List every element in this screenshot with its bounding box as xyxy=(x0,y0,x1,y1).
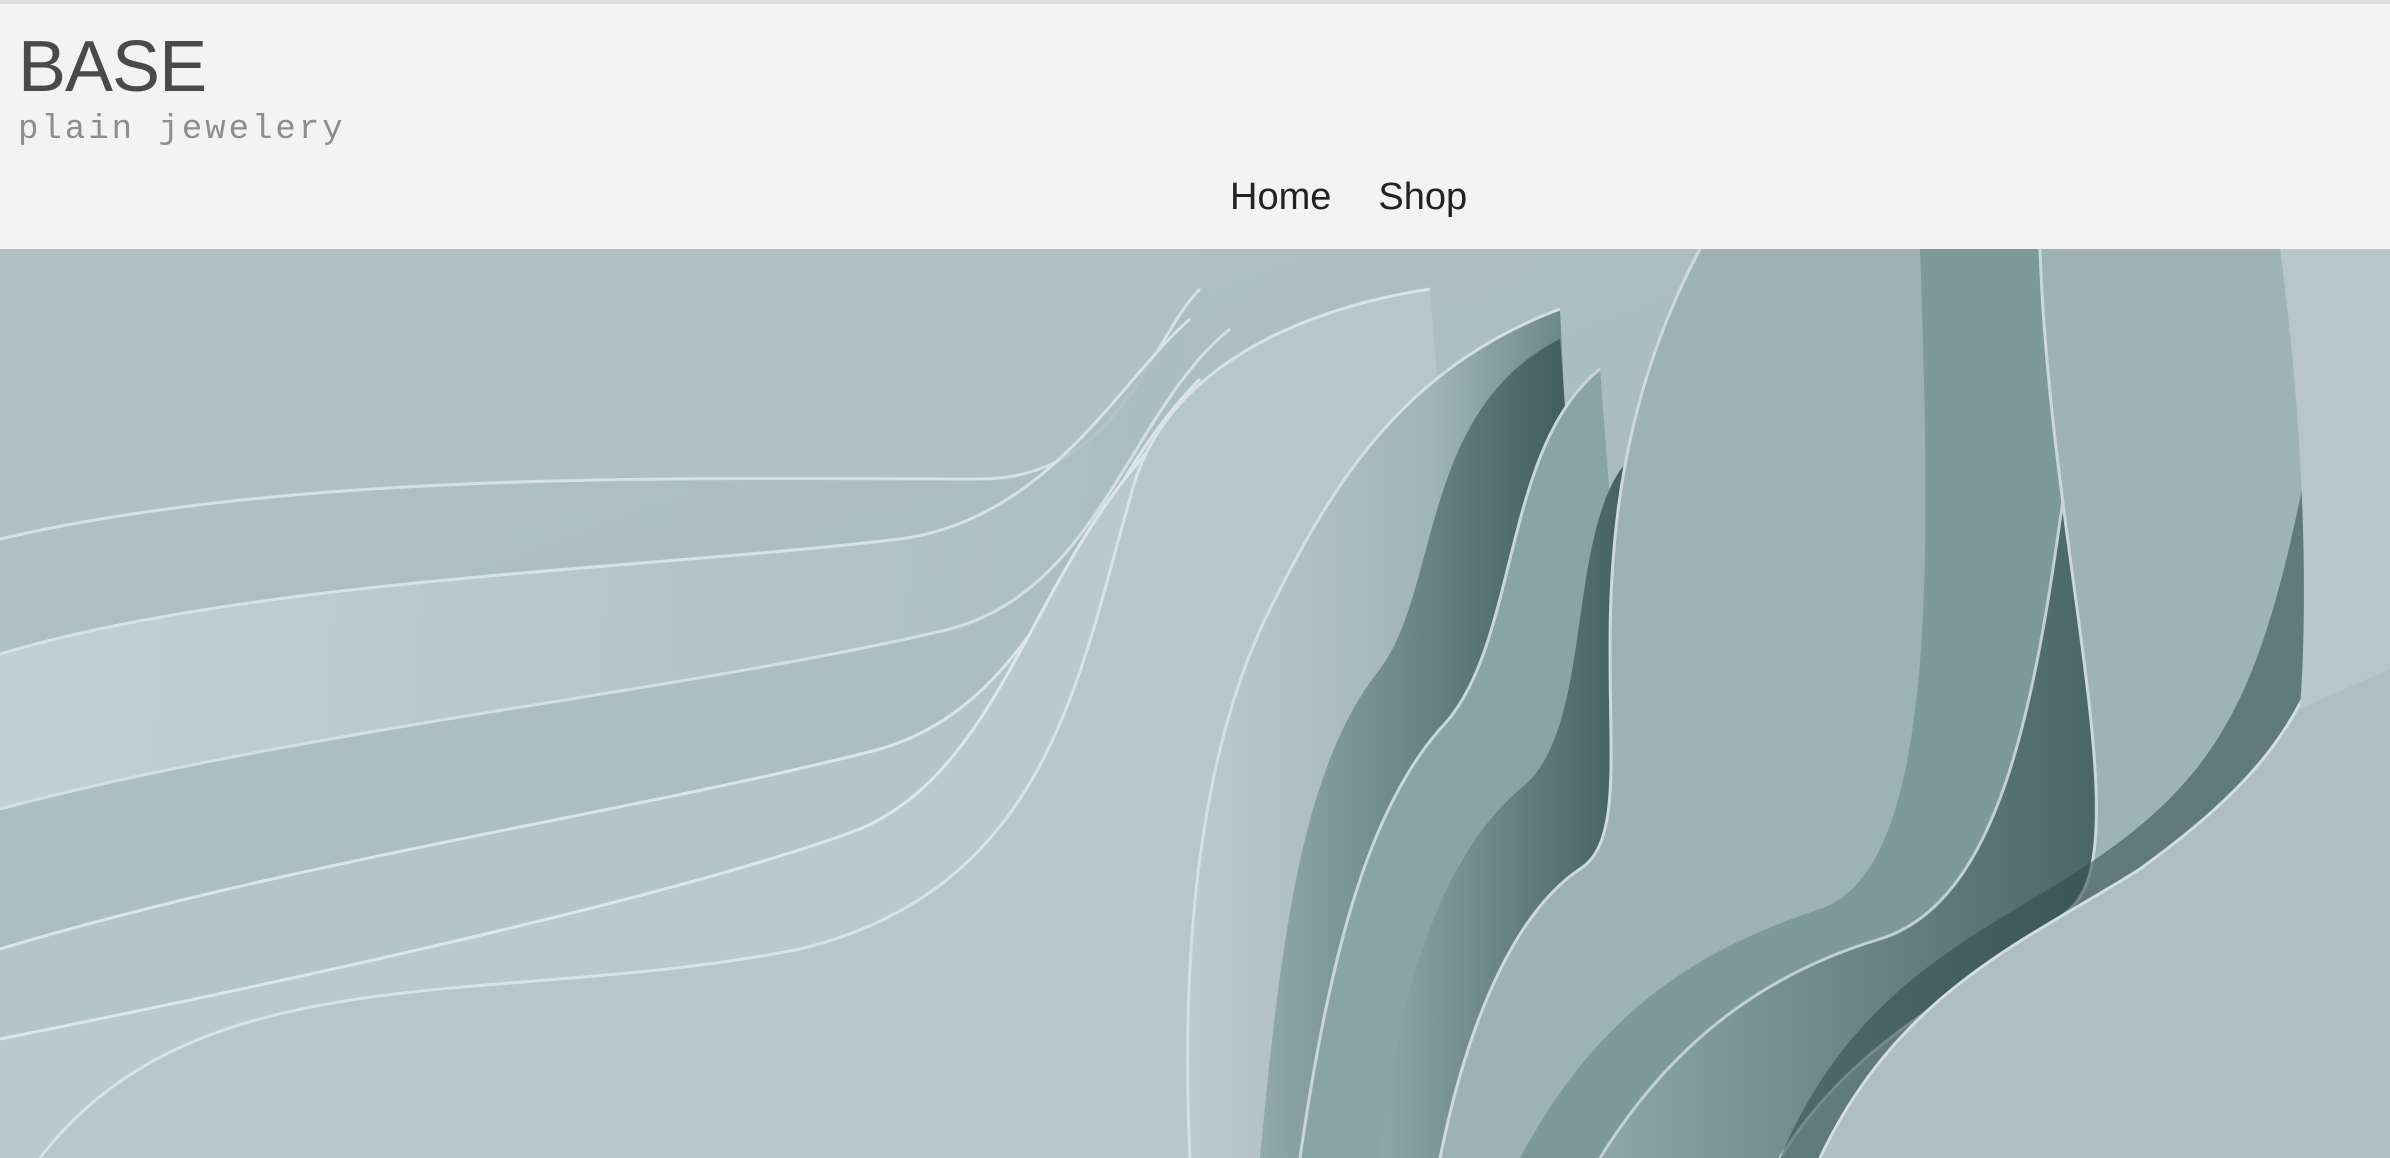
nav-shop-link[interactable]: Shop xyxy=(1378,174,1467,220)
site-header: BASE plain jewelery Home Shop xyxy=(0,4,2390,249)
nav-home-link[interactable]: Home xyxy=(1230,174,1331,220)
brand-logo[interactable]: BASE plain jewelery xyxy=(18,26,346,150)
brand-tagline: plain jewelery xyxy=(18,111,346,149)
hero-banner xyxy=(0,249,2390,1158)
abstract-folded-fabric-image xyxy=(0,249,2390,1158)
brand-title[interactable]: BASE xyxy=(18,26,346,108)
main-nav: Home Shop xyxy=(1230,174,1467,220)
